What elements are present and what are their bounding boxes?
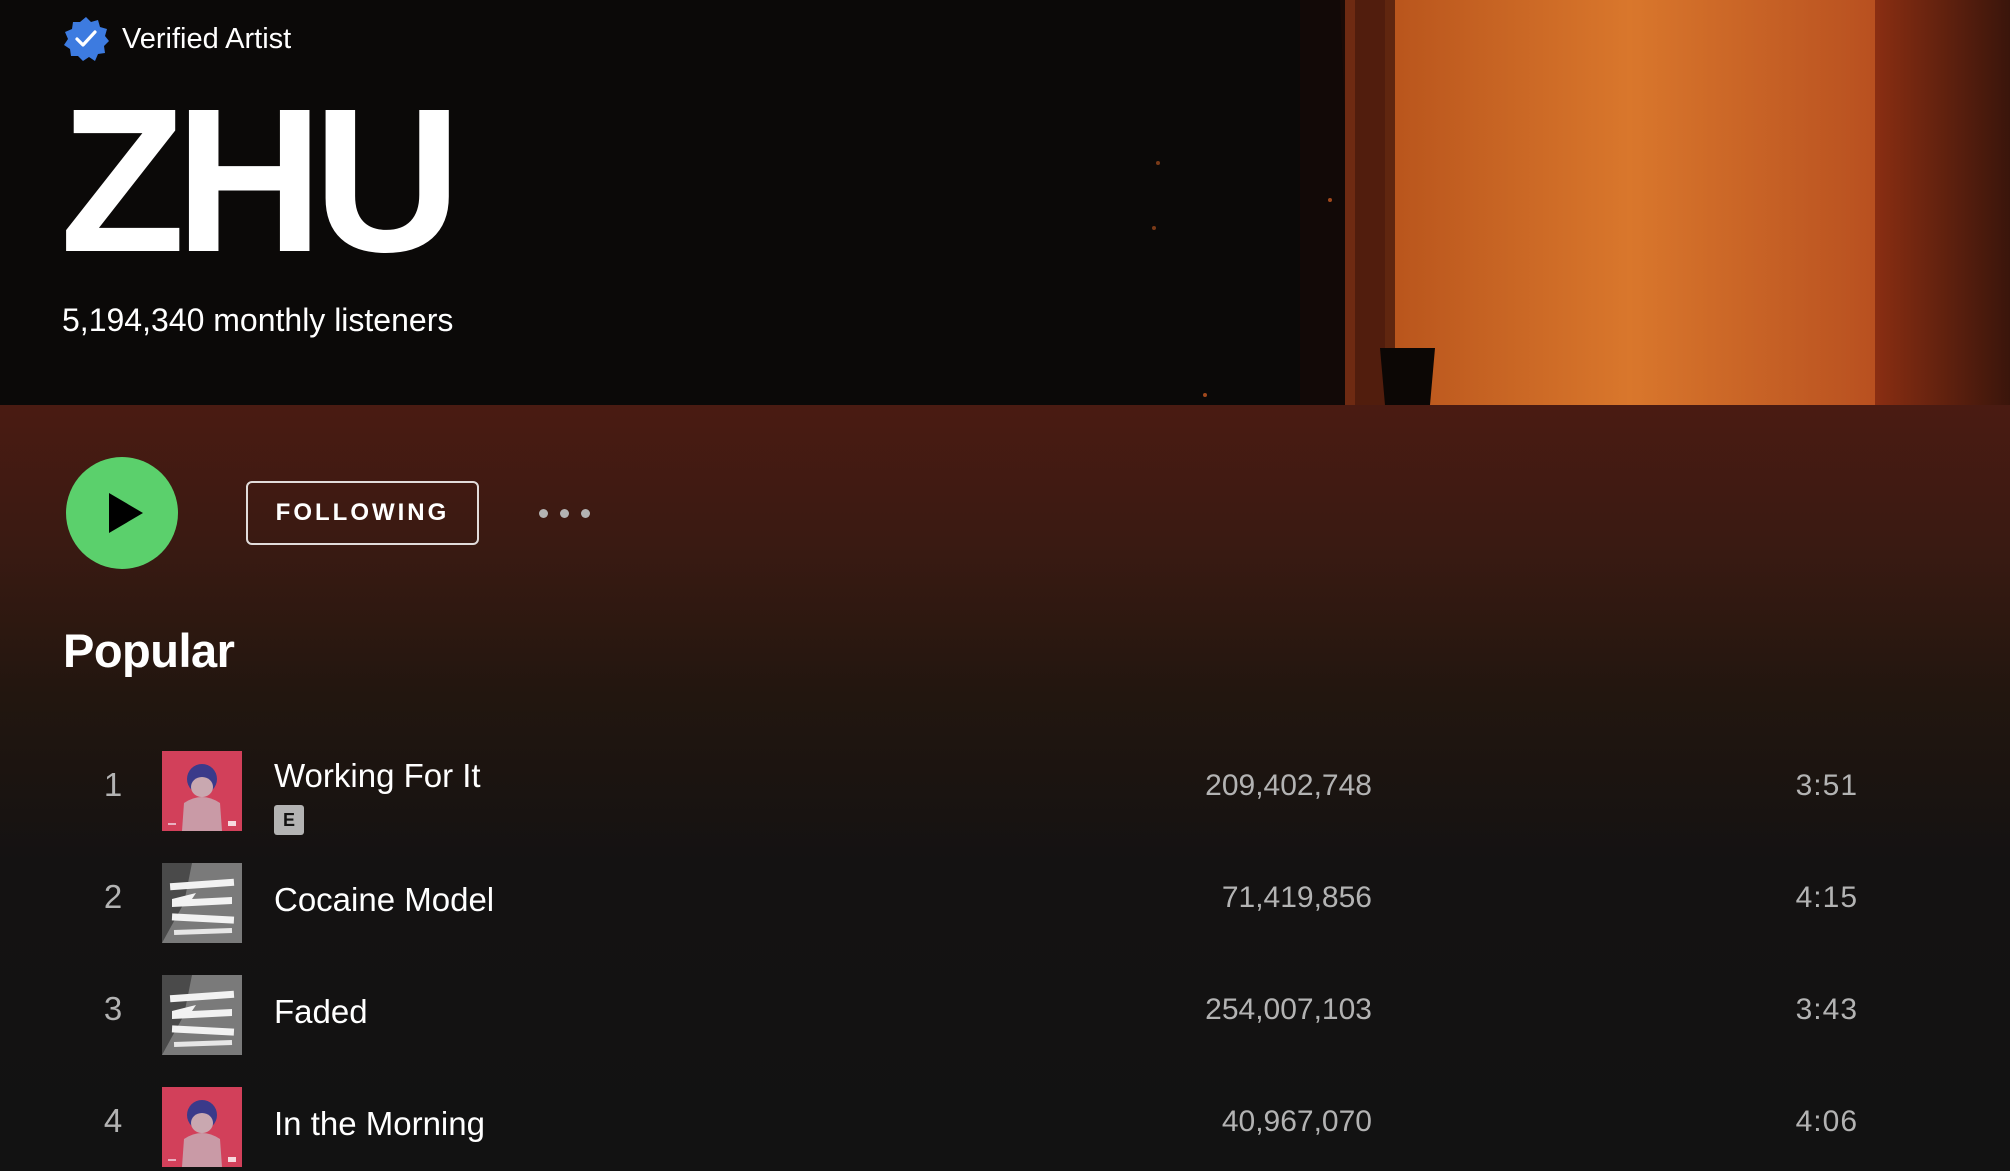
track-title[interactable]: Faded bbox=[274, 993, 368, 1031]
artist-name: ZHU bbox=[60, 66, 461, 295]
track-play-count: 254,007,103 bbox=[1205, 993, 1372, 1026]
track-row[interactable]: 3 Faded 254,007,103 3:43 bbox=[62, 959, 1892, 1059]
verified-artist-badge: Verified Artist bbox=[62, 14, 291, 64]
album-art-pink-baby bbox=[162, 1087, 242, 1167]
more-dot-icon bbox=[559, 508, 569, 518]
play-button[interactable] bbox=[66, 457, 178, 569]
more-dot-icon bbox=[580, 508, 590, 518]
following-button[interactable]: FOLLOWING bbox=[246, 481, 479, 545]
monthly-listeners: 5,194,340 monthly listeners bbox=[62, 302, 454, 338]
track-title[interactable]: Working For It bbox=[274, 757, 481, 795]
play-icon bbox=[109, 493, 143, 533]
artist-header: Verified Artist ZHU 5,194,340 monthly li… bbox=[0, 0, 2010, 405]
explicit-badge: E bbox=[274, 805, 304, 835]
track-number: 4 bbox=[103, 1102, 123, 1139]
track-play-count: 71,419,856 bbox=[1221, 881, 1372, 914]
album-art-zhu-logo bbox=[162, 975, 242, 1055]
album-art-pink-baby bbox=[162, 751, 242, 831]
track-title[interactable]: Cocaine Model bbox=[274, 881, 494, 919]
popular-heading: Popular bbox=[63, 624, 235, 677]
track-duration: 4:06 bbox=[1795, 1105, 1858, 1138]
track-number: 3 bbox=[103, 990, 123, 1027]
more-dot-icon bbox=[538, 508, 548, 518]
track-play-count: 209,402,748 bbox=[1205, 769, 1372, 802]
verified-check-icon bbox=[64, 17, 109, 61]
track-row[interactable]: 4 In the Morning 40,967,070 4:06 bbox=[62, 1071, 1892, 1171]
track-duration: 3:51 bbox=[1795, 769, 1858, 802]
track-row[interactable]: 1 Working For It E 209,402,748 3:51 bbox=[62, 735, 1892, 835]
track-duration: 4:15 bbox=[1795, 881, 1858, 914]
track-row[interactable]: 2 Cocaine Model 71,419,856 4:15 bbox=[62, 847, 1892, 947]
more-options-button[interactable] bbox=[528, 489, 600, 537]
verified-label: Verified Artist bbox=[122, 22, 292, 55]
album-art-zhu-logo bbox=[162, 863, 242, 943]
track-duration: 3:43 bbox=[1795, 993, 1858, 1026]
track-number: 2 bbox=[103, 878, 123, 915]
track-title[interactable]: In the Morning bbox=[274, 1105, 485, 1143]
track-play-count: 40,967,070 bbox=[1221, 1105, 1372, 1138]
track-number: 1 bbox=[103, 766, 123, 803]
artist-content: FOLLOWING Popular 1 Working For It E 209… bbox=[0, 405, 2010, 1169]
